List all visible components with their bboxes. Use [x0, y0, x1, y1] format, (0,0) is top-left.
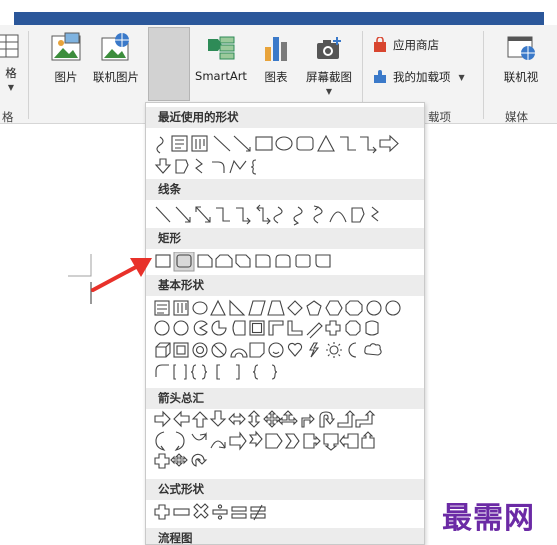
watermark-logo: 最需网: [442, 501, 535, 536]
annotation-arrow: [91, 258, 152, 292]
